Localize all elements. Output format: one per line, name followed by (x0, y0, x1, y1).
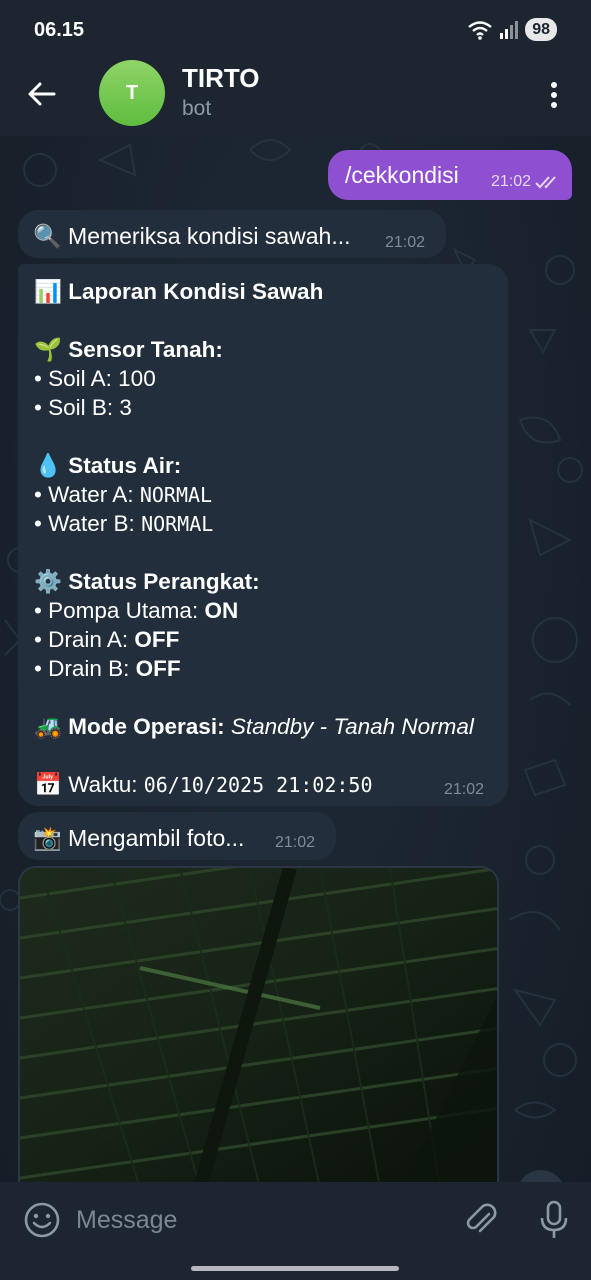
avatar[interactable]: T (99, 60, 165, 126)
chart-icon: 📊 (34, 279, 63, 304)
more-vertical-icon (551, 82, 557, 108)
signal-icon (500, 20, 519, 39)
chat-title[interactable]: TIRTO (182, 63, 260, 94)
battery-indicator: 98 (525, 18, 557, 41)
mode-row: 🚜 Mode Operasi: Standby - Tanah Normal (34, 714, 474, 740)
water-heading-text: Status Air: (68, 453, 182, 478)
incoming-message-report[interactable]: 📊 Laporan Kondisi Sawah 🌱 Sensor Tanah: … (18, 264, 508, 806)
arrow-left-icon (28, 82, 56, 106)
message-meta: 21:02 (491, 173, 561, 191)
soil-a-value: 100 (118, 366, 156, 391)
paperclip-icon (466, 1203, 497, 1233)
message-input[interactable] (76, 1202, 436, 1238)
drain-a-value: OFF (134, 627, 180, 652)
water-heading: 💧 Status Air: (34, 453, 181, 479)
drain-b-value: OFF (135, 656, 181, 681)
soil-heading: 🌱 Sensor Tanah: (34, 337, 223, 363)
gear-icon: ⚙️ (34, 569, 63, 594)
incoming-message-checking[interactable]: 🔍 Memeriksa kondisi sawah... 21:02 (18, 210, 446, 258)
message-text: 🔍 Memeriksa kondisi sawah... (33, 223, 351, 250)
drain-a-label: • Drain A: (34, 627, 135, 652)
chat-subtitle: bot (182, 97, 212, 120)
message-text: 📸 Mengambil foto... (33, 825, 244, 852)
timestamp-row: 📅 Waktu: 06/10/2025 21:02:50 (34, 772, 373, 798)
wifi-icon (468, 20, 492, 40)
water-b-row: • Water B: NORMAL (34, 511, 213, 537)
soil-b-value: 3 (119, 395, 132, 420)
voice-record-button[interactable] (534, 1198, 574, 1242)
soil-a-label: • Soil A: (34, 366, 119, 391)
message-input-bar (0, 1182, 591, 1258)
message-time: 21:02 (385, 234, 426, 251)
drain-b-row: • Drain B: OFF (34, 656, 181, 682)
message-time: 21:02 (490, 173, 531, 190)
chat-header: T TIRTO bot (0, 58, 591, 136)
attach-button[interactable] (461, 1200, 501, 1240)
outgoing-message[interactable]: /cekkondisi 21:02 (328, 150, 572, 200)
incoming-message-photo-status[interactable]: 📸 Mengambil foto... 21:02 (18, 812, 336, 860)
message-text: /cekkondisi (345, 162, 459, 188)
ceiling-photo (20, 868, 497, 1186)
mode-heading: Mode Operasi: (68, 714, 225, 739)
drain-a-row: • Drain A: OFF (34, 627, 179, 653)
camera-flash-icon: 📸 (33, 825, 62, 851)
report-title-text: Laporan Kondisi Sawah (68, 279, 324, 304)
checking-text: Memeriksa kondisi sawah... (68, 223, 351, 249)
pump-row: • Pompa Utama: ON (34, 598, 238, 624)
soil-b-label: • Soil B: (34, 395, 120, 420)
status-time: 06.15 (34, 19, 85, 41)
photo-status-text: Mengambil foto... (68, 825, 245, 851)
seedling-icon: 🌱 (34, 337, 63, 362)
droplet-icon: 💧 (34, 453, 63, 478)
mode-value: Standby - Tanah Normal (230, 714, 474, 739)
smiley-icon (24, 1202, 60, 1238)
pump-label: • Pompa Utama: (34, 598, 205, 623)
water-b-label: • Water B: (34, 511, 142, 536)
water-b-value: NORMAL (141, 512, 214, 536)
message-time: 21:02 (275, 834, 316, 851)
calendar-icon: 📅 (34, 772, 63, 797)
water-a-label: • Water A: (34, 482, 140, 507)
report-title: 📊 Laporan Kondisi Sawah (34, 279, 323, 305)
status-icons: 98 (467, 18, 557, 41)
status-bar: 06.15 98 (0, 0, 591, 58)
message-time: 21:02 (444, 781, 485, 798)
drain-b-label: • Drain B: (34, 656, 136, 681)
back-button[interactable] (24, 76, 60, 112)
timestamp-value: 06/10/2025 21:02:50 (143, 773, 373, 797)
device-heading-text: Status Perangkat: (68, 569, 260, 594)
photo-message[interactable] (18, 866, 499, 1186)
device-heading: ⚙️ Status Perangkat: (34, 569, 260, 595)
water-a-value: NORMAL (139, 483, 213, 507)
system-nav-bar (0, 1258, 591, 1280)
pump-value: ON (204, 598, 239, 623)
soil-b-row: • Soil B: 3 (34, 395, 132, 421)
more-menu-button[interactable] (540, 76, 568, 112)
magnifier-icon: 🔍 (33, 223, 62, 249)
soil-a-row: • Soil A: 100 (34, 366, 156, 392)
microphone-icon (540, 1200, 568, 1238)
tractor-icon: 🚜 (34, 714, 63, 739)
water-a-row: • Water A: NORMAL (34, 482, 212, 508)
home-gesture-handle[interactable] (191, 1266, 399, 1271)
soil-heading-text: Sensor Tanah: (68, 337, 223, 362)
timestamp-label: Waktu: (68, 772, 144, 797)
double-check-icon (535, 176, 556, 189)
emoji-button[interactable] (22, 1200, 62, 1240)
